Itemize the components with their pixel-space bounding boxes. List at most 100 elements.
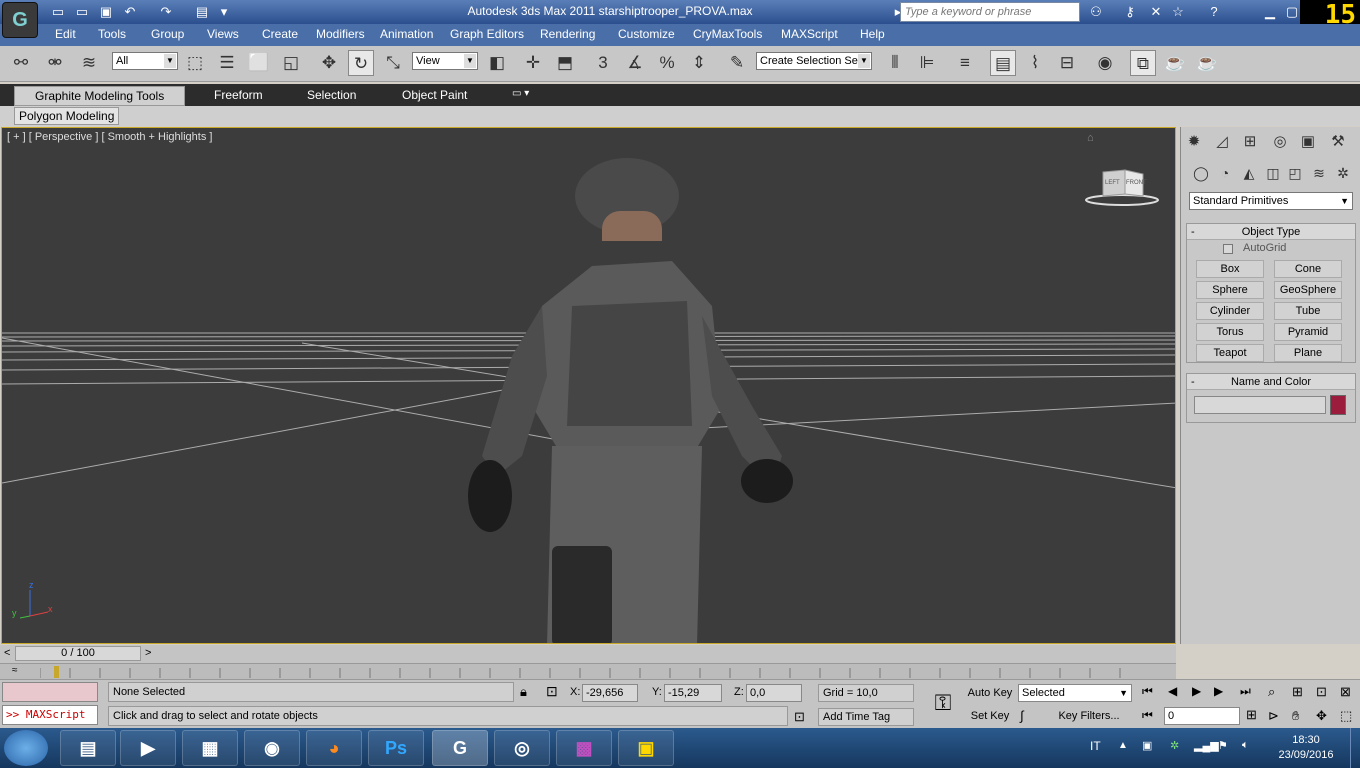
system-clock[interactable]: 18:30 23/09/2016 [1268,733,1344,763]
language-indicator[interactable]: IT [1090,739,1101,753]
help-icon[interactable]: ? [1204,3,1224,21]
app-logo-button[interactable]: G [2,2,38,38]
unlink-icon[interactable]: ⚮ [42,50,68,76]
chevron-down-icon[interactable]: ▾ [214,3,234,21]
manipulate-icon[interactable]: ✛ [520,50,546,76]
taskbar-blender[interactable]: ◎ [494,730,550,766]
start-button[interactable] [4,730,48,766]
tray-app-icon[interactable]: ▣ [1142,739,1152,752]
volume-icon[interactable]: 🔈︎ [1242,739,1249,752]
menu-rendering[interactable]: Rendering [540,27,595,41]
next-frame-icon[interactable]: ▶︎ [1214,684,1223,698]
render-teapot-icon[interactable]: ☕ [1194,50,1220,76]
menu-edit[interactable]: Edit [55,27,76,41]
track-bar[interactable]: ≈ [0,663,1176,679]
go-to-end-icon[interactable]: ⏭︎ [1240,684,1251,699]
maxscript-input[interactable]: >> MAXScript [2,705,98,725]
name-and-color-header[interactable]: - Name and Color [1187,374,1355,390]
autogrid-checkbox[interactable] [1223,244,1233,254]
selection-filter-dropdown[interactable]: All ▼ [112,52,178,70]
z-coordinate-field[interactable]: 0,0 [746,684,802,702]
select-object-icon[interactable]: ⬚ [182,50,208,76]
taskbar-explorer[interactable]: ▤ [60,730,116,766]
lock-icon[interactable]: 🔒︎ [520,684,527,700]
hierarchy-tab-icon[interactable]: ⊞ [1239,131,1261,153]
rectangular-selection-icon[interactable]: ⬜ [246,50,272,76]
tab-object-paint[interactable]: Object Paint [402,88,467,102]
maximize-viewport-icon[interactable]: ⬚ [1340,708,1352,724]
modify-tab-icon[interactable]: ◿ [1211,131,1233,153]
plane-button[interactable]: Plane [1274,344,1342,362]
taskbar-photoshop[interactable]: Ps [368,730,424,766]
primitive-category-dropdown[interactable]: Standard Primitives ▼ [1189,192,1353,210]
rotate-icon[interactable]: ↻ [348,50,374,76]
create-tab-icon[interactable]: ✹ [1183,131,1205,153]
field-of-view-icon[interactable]: ⊳ [1268,708,1279,724]
render-setup-icon[interactable]: ⧉ [1130,50,1156,76]
space-warps-icon[interactable]: ≋ [1309,163,1329,183]
shapes-icon[interactable]: ◔ [1215,163,1235,183]
bind-space-warp-icon[interactable]: ≋ [76,50,102,76]
zoom-extents-all-icon[interactable]: ⊠ [1340,684,1351,700]
edit-named-selection-icon[interactable]: ✎ [724,50,750,76]
taskbar-3ds-max[interactable]: G [432,730,488,766]
pivot-center-icon[interactable]: ◧ [484,50,510,76]
x-coordinate-field[interactable]: -29,656 [582,684,638,702]
zoom-extents-icon[interactable]: ⊡ [1316,684,1327,700]
key-mode-dropdown[interactable]: Selected ▼ [1018,684,1132,702]
rendered-frame-icon[interactable]: ☕ [1162,50,1188,76]
reference-coordinate-dropdown[interactable]: View ▼ [412,52,478,70]
menu-modifiers[interactable]: Modifiers [316,27,365,41]
geosphere-button[interactable]: GeoSphere [1274,281,1342,299]
project-folder-icon[interactable]: ▤ [192,3,212,21]
transform-mode-icon[interactable]: ⊡ [546,683,558,700]
orbit-icon[interactable]: ✥ [1316,708,1327,724]
menu-tools[interactable]: Tools [98,27,126,41]
polygon-modeling-panel[interactable]: Polygon Modeling [14,107,120,125]
menu-customize[interactable]: Customize [618,27,675,41]
window-crossing-icon[interactable]: ◱ [278,50,304,76]
add-time-tag-button[interactable]: Add Time Tag [818,708,914,726]
tab-graphite-modeling-tools[interactable]: Graphite Modeling Tools [14,86,186,106]
new-file-icon[interactable]: ▭ [48,3,68,21]
object-type-header[interactable]: - Object Type [1187,224,1355,240]
align-icon[interactable]: ⊫ [914,50,940,76]
perspective-viewport[interactable]: [ + ] [ Perspective ] [ Smooth + Highlig… [1,127,1176,644]
menu-maxscript[interactable]: MAXScript [781,27,838,41]
named-selection-set-dropdown[interactable]: Create Selection Se ▼ [756,52,872,70]
cone-button[interactable]: Cone [1274,260,1342,278]
menu-crymaxtools[interactable]: CryMaxTools [693,27,762,41]
taskbar-firefox[interactable]: ◕ [306,730,362,766]
open-file-icon[interactable]: ▭ [72,3,92,21]
action-center-icon[interactable]: ⚑ [1218,739,1228,752]
maxscript-listener-mini[interactable] [2,682,98,702]
cylinder-button[interactable]: Cylinder [1196,302,1264,320]
time-configuration-icon[interactable]: ⊞ [1246,707,1257,723]
teapot-button[interactable]: Teapot [1196,344,1264,362]
star-icon[interactable]: ☆ [1168,3,1188,21]
menu-views[interactable]: Views [207,27,239,41]
show-hidden-icons-icon[interactable]: ▲ [1118,740,1128,751]
graphite-toggle-icon[interactable]: ▤ [990,50,1016,76]
keyboard-shortcut-icon[interactable]: ⬒ [552,50,578,76]
minimize-icon[interactable]: ▁ [1260,3,1280,21]
set-key-button[interactable]: Set Key [966,708,1014,726]
tab-freeform[interactable]: Freeform [214,88,263,102]
redo-icon[interactable]: ↷ [156,3,176,21]
menu-create[interactable]: Create [262,27,298,41]
select-and-link-icon[interactable]: ⚯ [8,50,34,76]
schematic-view-icon[interactable]: ⊟ [1054,50,1080,76]
show-desktop-button[interactable] [1350,728,1360,768]
soldier-model[interactable] [442,156,822,644]
go-to-start-icon[interactable]: ⏮︎ [1142,684,1153,699]
y-coordinate-field[interactable]: -15,29 [664,684,722,702]
prev-frame-button[interactable]: < [4,647,10,659]
taskbar-winrar[interactable]: ▩ [556,730,612,766]
current-frame-field[interactable]: 0 [1164,707,1240,725]
display-tab-icon[interactable]: ▣ [1297,131,1319,153]
tube-button[interactable]: Tube [1274,302,1342,320]
utilities-tab-icon[interactable]: ⚒ [1327,131,1349,153]
menu-graph-editors[interactable]: Graph Editors [450,27,524,41]
next-frame-button[interactable]: > [145,647,151,659]
select-by-name-icon[interactable]: ☰ [214,50,240,76]
